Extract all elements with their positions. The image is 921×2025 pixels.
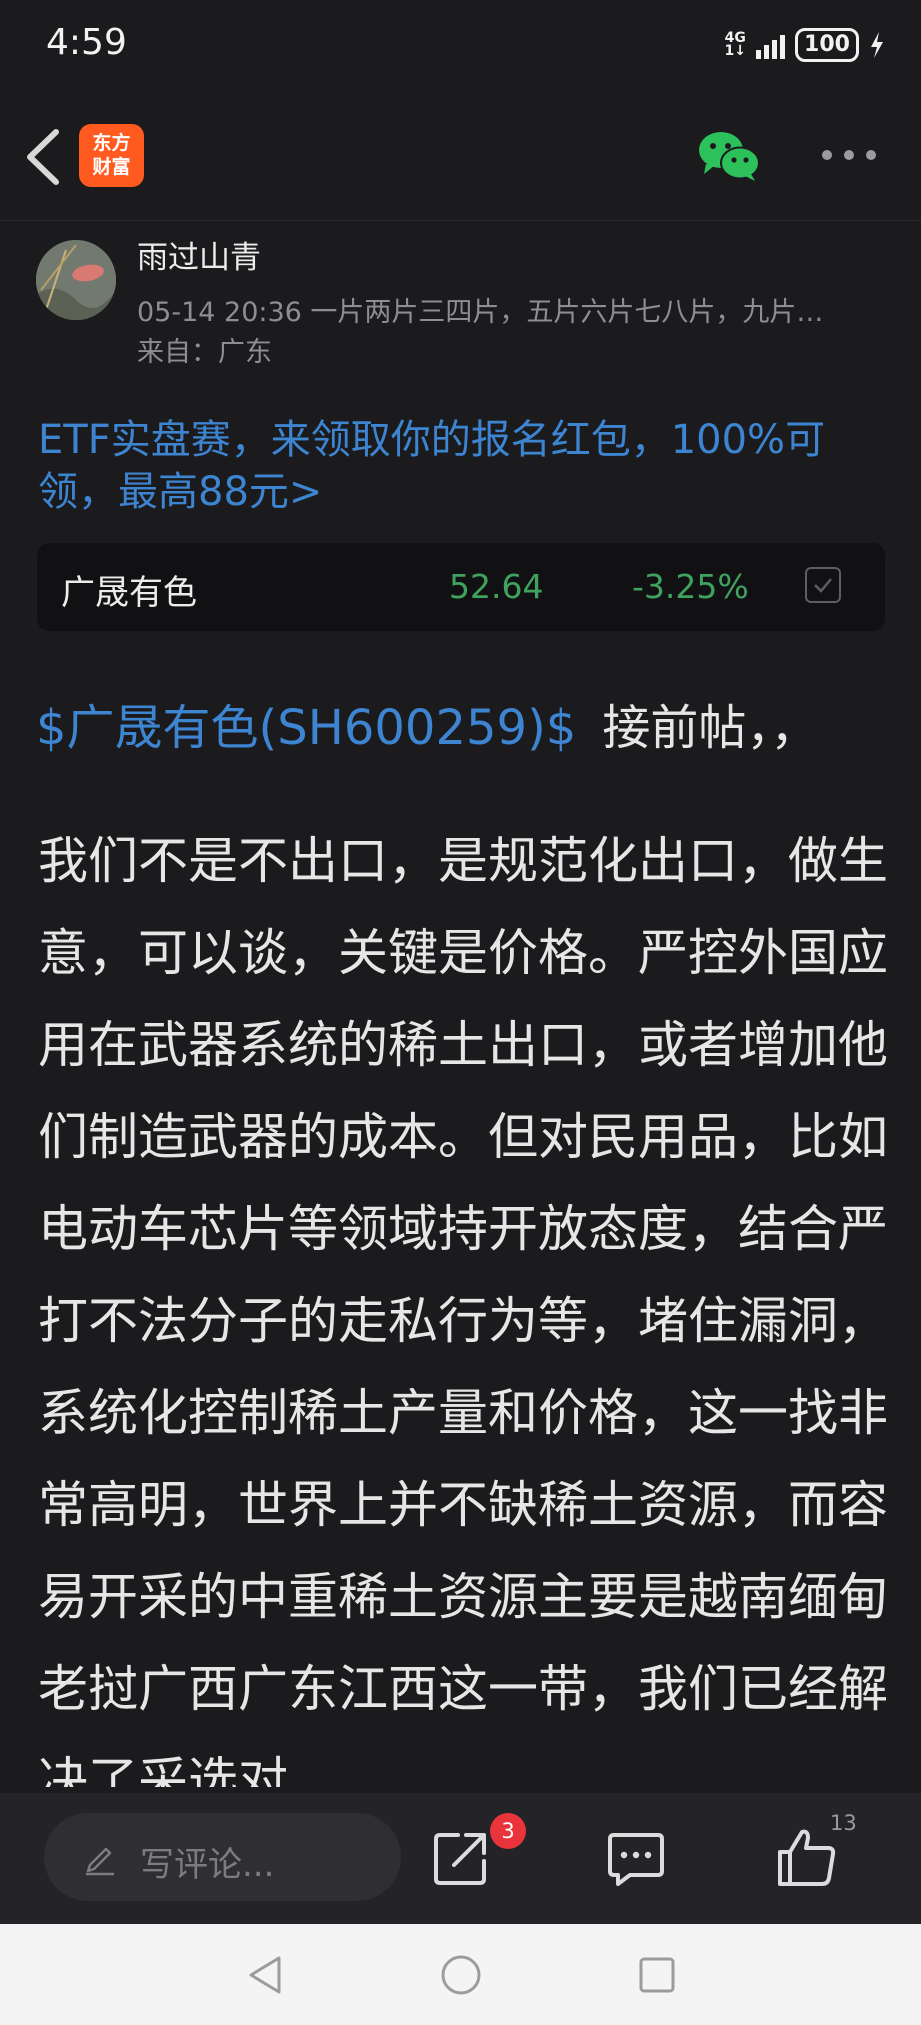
author-name[interactable]: 雨过山青 — [137, 232, 261, 277]
system-back-icon[interactable] — [245, 1954, 285, 1996]
action-bar: 写评论... 3 13 — [0, 1793, 921, 1924]
stock-card[interactable]: 广晟有色 52.64 -3.25% — [37, 543, 885, 631]
comment-input[interactable]: 写评论... — [44, 1813, 401, 1901]
app-logo[interactable]: 东方 财富 — [79, 124, 144, 187]
avatar-image — [36, 240, 116, 320]
share-badge: 3 — [490, 1813, 526, 1849]
stock-price: 52.64 — [449, 567, 544, 606]
logo-line2: 财富 — [92, 156, 131, 178]
more-icon[interactable] — [822, 150, 876, 160]
like-icon[interactable] — [776, 1826, 838, 1888]
back-icon[interactable] — [22, 128, 64, 186]
comment-placeholder: 写评论... — [140, 1845, 275, 1885]
charging-icon — [871, 32, 883, 58]
avatar[interactable] — [36, 240, 116, 320]
status-time: 4:59 — [46, 22, 127, 63]
stock-link[interactable]: $广晟有色(SH600259)$ — [36, 700, 576, 756]
stock-name: 广晟有色 — [61, 573, 197, 613]
signal-icon — [756, 31, 785, 59]
stock-change: -3.25% — [632, 567, 749, 606]
promo-link[interactable]: ETF实盘赛，来领取你的报名红包，100%可领，最高88元> — [38, 414, 888, 518]
lead-text: 接前帖，， — [602, 700, 819, 756]
system-nav-bar — [0, 1924, 921, 2025]
share-icon[interactable] — [432, 1829, 490, 1887]
comment-icon[interactable] — [606, 1831, 666, 1887]
battery-indicator: 100 — [795, 28, 859, 62]
post-location: 来自：广东 — [137, 337, 272, 368]
nav-divider — [0, 220, 921, 221]
watchlist-checkbox[interactable] — [805, 567, 841, 603]
pencil-icon — [86, 1847, 114, 1876]
post-body: 我们不是不出口，是规范化出口，做生意，可以谈，关键是价格。严控外国应用在武器系统… — [38, 832, 888, 1787]
like-count: 13 — [830, 1811, 857, 1835]
logo-line1: 东方 — [92, 132, 131, 154]
system-recents-icon[interactable] — [637, 1954, 677, 1996]
status-indicators: 4G 1↓ 100 — [725, 28, 885, 62]
network-indicator: 4G 1↓ — [724, 31, 746, 59]
wechat-icon[interactable] — [698, 130, 760, 182]
check-icon — [814, 578, 832, 593]
system-home-icon[interactable] — [440, 1954, 482, 1996]
network-sub: 1↓ — [724, 43, 746, 59]
post-lead: $广晟有色(SH600259)$ 接前帖，， — [36, 688, 818, 758]
post-meta: 05-14 20:36 一片两片三四片，五片六片七八片，九片… — [137, 297, 824, 328]
